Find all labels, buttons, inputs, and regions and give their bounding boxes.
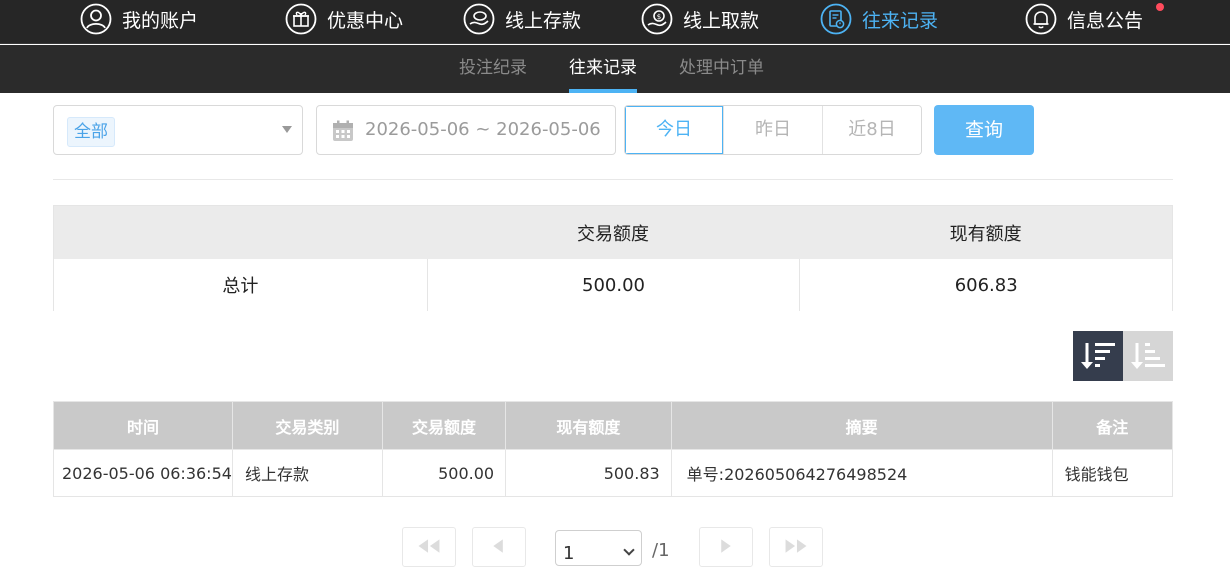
calendar-icon [332,120,354,142]
query-button[interactable]: 查询 [934,105,1034,155]
nav-label: 线上取款 [683,9,760,32]
selected-type-tag: 全部 [67,117,115,147]
nav-promotions[interactable]: 优惠中心 [285,0,403,38]
summary-header-amount: 交易额度 [577,223,649,245]
tab-pending-orders[interactable]: 处理中订单 [679,45,764,93]
first-page-button[interactable] [402,527,456,567]
divider [53,179,1173,180]
nav-label: 线上存款 [505,9,582,32]
summary-total-label: 总计 [222,276,259,297]
cell-balance: 500.83 [505,449,672,497]
nav-my-account[interactable]: 我的账户 [80,0,198,38]
user-icon [80,3,112,35]
cell-note: 钱能钱包 [1051,449,1174,497]
cell-type: 线上存款 [231,449,383,497]
withdraw-icon: $ [641,3,673,35]
last-8-days-button[interactable]: 近8日 [822,106,921,154]
nav-label: 我的账户 [122,9,199,32]
svg-text:$: $ [657,13,661,21]
transaction-type-select[interactable]: 全部 [53,105,303,155]
nav-deposit[interactable]: 线上存款 [463,0,581,38]
nav-withdraw[interactable]: $ 线上取款 [641,0,759,38]
last-page-button[interactable] [769,527,823,567]
yesterday-button[interactable]: 昨日 [723,106,822,154]
chevron-down-icon [623,544,635,556]
summary-header-cell [54,206,427,259]
summary-total-balance: 606.83 [799,259,1172,311]
date-range-value: 2026-05-06 ~ 2026-05-06 [365,119,601,140]
col-summary: 摘要 [670,401,1053,450]
notification-dot [1156,3,1164,11]
sort-asc-button[interactable] [1123,331,1173,381]
cell-amount: 500.00 [381,449,507,497]
prev-page-button[interactable] [472,527,526,567]
records-icon [820,3,852,35]
deposit-icon [463,3,495,35]
caret-down-icon [282,126,292,133]
table-header-row: 时间 交易类别 交易额度 现有额度 摘要 备注 [53,401,1174,450]
nav-label: 往来记录 [862,9,939,32]
nav-announcements[interactable]: 信息公告 [1025,0,1143,38]
cell-summary: 单号:202605064276498524 [670,449,1053,497]
bell-icon [1025,3,1057,35]
col-type: 交易类别 [231,401,383,450]
sub-nav: 投注纪录 往来记录 处理中订单 [0,45,1230,93]
records-table: 时间 交易类别 交易额度 现有额度 摘要 备注 2026-05-06 06:36… [53,401,1174,497]
gift-icon [285,3,317,35]
summary-row: 总计 500.00 606.83 [54,259,1172,311]
total-pages: /1 [652,540,670,561]
table-row: 2026-05-06 06:36:54 线上存款 500.00 500.83 单… [53,449,1174,497]
summary-header-balance: 现有额度 [949,223,1022,245]
cell-time: 2026-05-06 06:36:54 [53,449,233,497]
tab-transaction-records[interactable]: 往来记录 [569,45,637,93]
summary-header: 交易额度 现有额度 [54,206,1172,259]
prev-page-icon [493,539,503,553]
last-page-icon [785,539,807,553]
col-balance: 现有额度 [505,401,672,450]
col-amount: 交易额度 [381,401,507,450]
quick-date-group: 今日 昨日 近8日 [624,105,922,155]
col-time: 时间 [53,401,233,450]
next-page-button[interactable] [699,527,753,567]
sort-desc-button[interactable] [1073,331,1123,381]
nav-label: 优惠中心 [327,9,404,32]
first-page-icon [418,539,440,553]
col-note: 备注 [1051,401,1174,450]
summary-table: 交易额度 现有额度 总计 500.00 606.83 [53,205,1173,311]
today-button[interactable]: 今日 [625,106,723,154]
nav-records[interactable]: 往来记录 [820,0,938,38]
sort-desc-icon [1081,343,1115,369]
nav-label: 信息公告 [1067,9,1144,32]
next-page-icon [721,539,731,553]
sort-asc-icon [1131,343,1165,369]
tab-bet-records[interactable]: 投注纪录 [459,45,527,93]
top-nav: 我的账户 优惠中心 线上存款 $ 线上取款 往来记录 信息公告 [0,0,1230,44]
summary-total-amount: 500.00 [426,259,800,311]
date-range-picker[interactable]: 2026-05-06 ~ 2026-05-06 [316,105,616,155]
